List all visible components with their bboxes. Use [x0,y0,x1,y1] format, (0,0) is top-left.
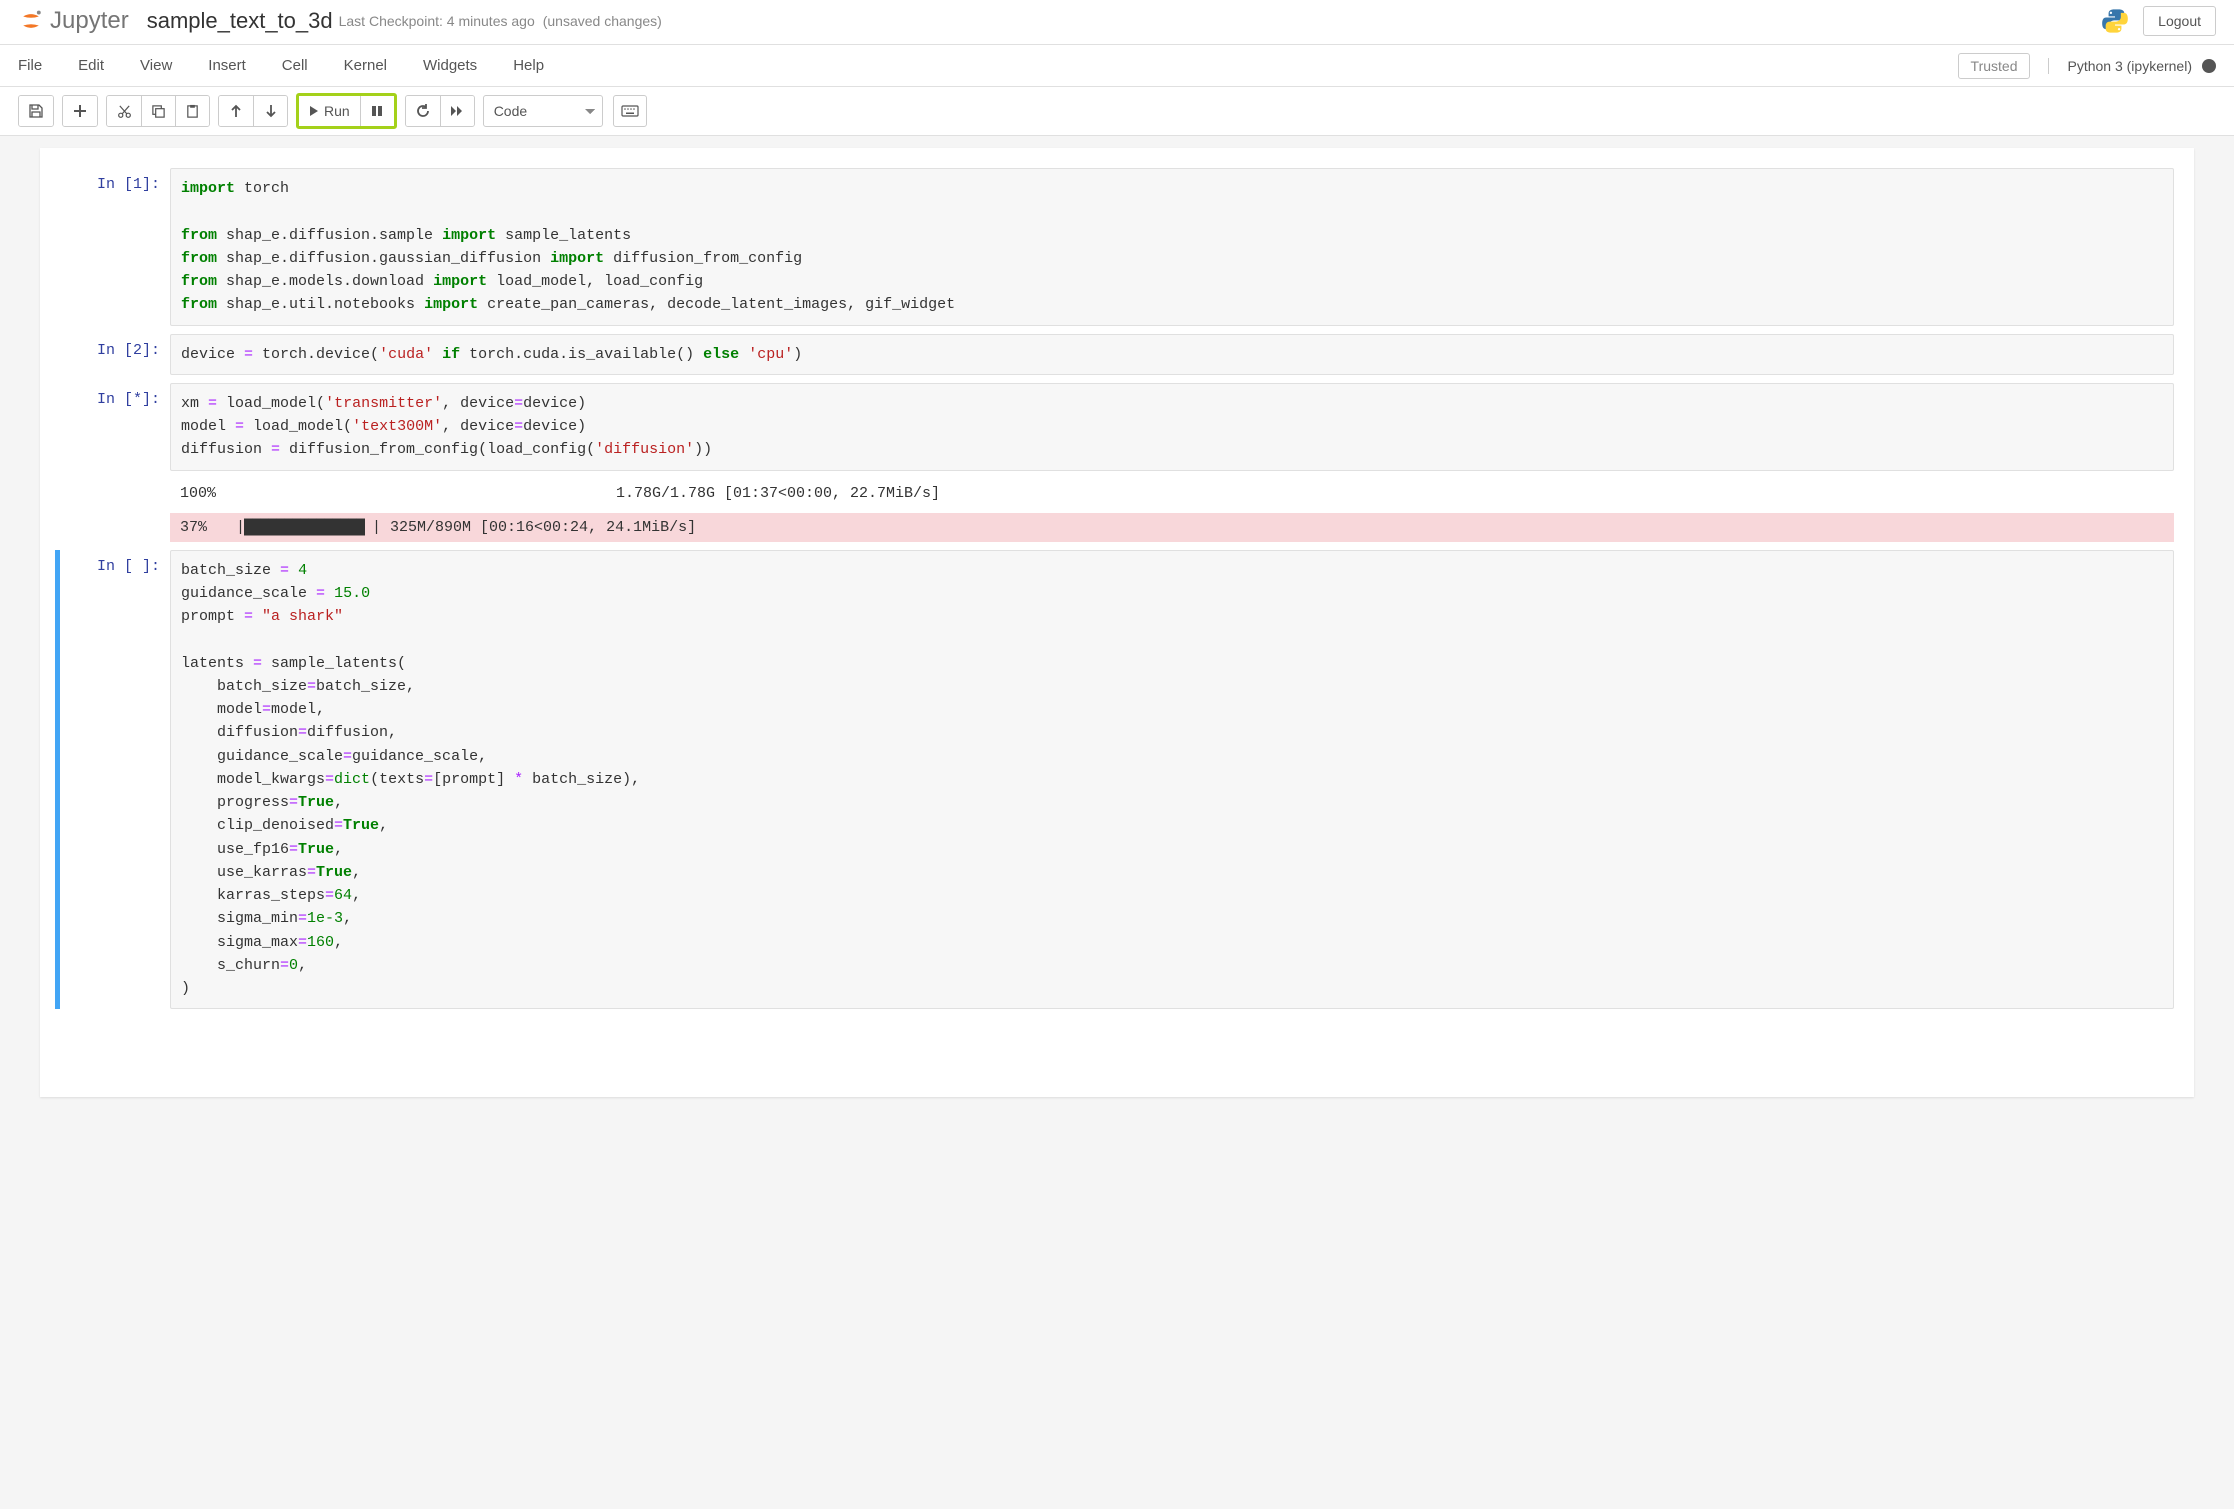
cell-prompt: In [*]: [60,383,170,542]
code-cell[interactable]: In [ ]:batch_size = 4 guidance_scale = 1… [55,550,2174,1010]
interrupt-button[interactable] [360,96,394,126]
command-palette-button[interactable] [613,95,647,127]
progress-ascii-bar: |███████████████ | [236,519,380,536]
cell-prompt: In [2]: [60,334,170,375]
jupyter-icon [18,8,44,34]
code-cell[interactable]: In [*]:xm = load_model('transmitter', de… [60,383,2174,542]
kernel-indicator[interactable]: Python 3 (ipykernel) [2048,58,2216,74]
progress-text: 1.78G/1.78G [01:37<00:00, 22.7MiB/s] [616,485,940,502]
notebook-title[interactable]: sample_text_to_3d [147,8,333,34]
code-cell[interactable]: In [1]:import torch from shap_e.diffusio… [60,168,2174,326]
copy-button[interactable] [141,96,175,126]
cut-button[interactable] [107,96,141,126]
run-button[interactable]: Run [299,96,360,126]
checkpoint-text: Last Checkpoint: 4 minutes ago [339,13,535,29]
progress-bar [236,481,606,507]
unsaved-text: (unsaved changes) [543,13,662,29]
cell-prompt: In [ ]: [60,550,170,1010]
progress-text: 325M/890M [00:16<00:24, 24.1MiB/s] [390,519,696,536]
kernel-name: Python 3 (ipykernel) [2067,58,2192,74]
code-input[interactable]: import torch from shap_e.diffusion.sampl… [170,168,2174,326]
notebook-container: In [1]:import torch from shap_e.diffusio… [40,148,2194,1097]
kernel-busy-icon [2202,59,2216,73]
python-icon [2101,7,2129,35]
code-input[interactable]: xm = load_model('transmitter', device=de… [170,383,2174,471]
progress-pct: 37% [180,519,226,536]
arrow-down-icon [265,104,277,118]
add-cell-button[interactable] [63,96,97,126]
code-input[interactable]: batch_size = 4 guidance_scale = 15.0 pro… [170,550,2174,1010]
plus-icon [73,104,87,118]
code-input[interactable]: device = torch.device('cuda' if torch.cu… [170,334,2174,375]
clipboard-icon [185,104,200,119]
move-down-button[interactable] [253,96,287,126]
progress-downloading: 37% |███████████████ | 325M/890M [00:16<0… [170,513,2174,542]
menu-edit[interactable]: Edit [78,57,104,74]
scissors-icon [117,104,132,119]
paste-button[interactable] [175,96,209,126]
header-bar: Jupyter sample_text_to_3d Last Checkpoin… [0,0,2234,45]
progress-pct: 100% [180,485,226,502]
cell-type-select[interactable]: Code [483,95,603,127]
cell-output: 100% 1.78G/1.78G [01:37<00:00, 22.7MiB/s]… [170,475,2174,542]
move-up-button[interactable] [219,96,253,126]
play-icon [309,105,319,117]
menu-kernel[interactable]: Kernel [344,57,387,74]
arrow-up-icon [230,104,242,118]
menu-bar: FileEditViewInsertCellKernelWidgetsHelp … [0,45,2234,87]
cell-prompt: In [1]: [60,168,170,326]
menu-insert[interactable]: Insert [208,57,246,74]
code-cell[interactable]: In [2]:device = torch.device('cuda' if t… [60,334,2174,375]
logout-button[interactable]: Logout [2143,6,2216,36]
notebook-scroll-area[interactable]: In [1]:import torch from shap_e.diffusio… [0,136,2234,1509]
tool-bar: Run Code [0,87,2234,136]
menu-file[interactable]: File [18,57,42,74]
save-button[interactable] [19,96,53,126]
menu-help[interactable]: Help [513,57,544,74]
menu-cell[interactable]: Cell [282,57,308,74]
fast-forward-icon [450,105,464,117]
restart-button[interactable] [406,96,440,126]
jupyter-logo[interactable]: Jupyter [18,7,129,35]
progress-complete: 100% 1.78G/1.78G [01:37<00:00, 22.7MiB/s] [170,475,2174,513]
copy-icon [151,104,166,119]
menu-view[interactable]: View [140,57,172,74]
restart-run-all-button[interactable] [440,96,474,126]
trusted-badge[interactable]: Trusted [1958,53,2031,79]
jupyter-brand-text: Jupyter [50,7,129,35]
menu-widgets[interactable]: Widgets [423,57,477,74]
keyboard-icon [621,105,639,117]
save-icon [28,103,44,119]
stop-icon [371,105,383,117]
restart-icon [415,103,431,119]
